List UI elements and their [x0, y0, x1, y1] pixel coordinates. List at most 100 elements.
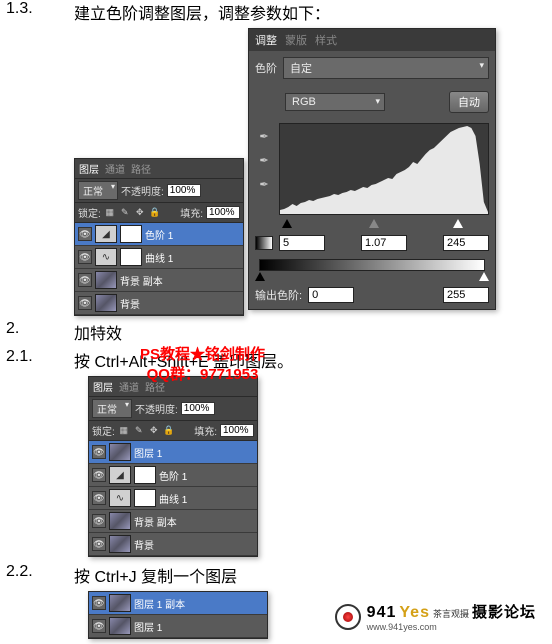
black-slider[interactable] [282, 219, 292, 228]
tab-styles[interactable]: 样式 [315, 32, 337, 48]
tab-channels[interactable]: 通道 [119, 379, 139, 394]
white-eyedropper-icon[interactable]: ✒ [255, 175, 273, 193]
tab-adjustments[interactable]: 调整 [255, 32, 277, 48]
adjustment-thumb: ◢ [95, 225, 117, 243]
blend-mode-dropdown[interactable]: 正常 [92, 399, 132, 418]
input-sliders [283, 219, 465, 231]
histogram-svg [280, 124, 488, 214]
layer-thumb [109, 617, 131, 635]
layer-mask-thumb [134, 466, 156, 484]
visibility-toggle-icon[interactable]: 👁 [92, 468, 106, 482]
out-black-input[interactable] [308, 287, 354, 303]
visibility-toggle-icon[interactable]: 👁 [78, 296, 92, 310]
opacity-value[interactable]: 100% [181, 402, 215, 415]
layer-row[interactable]: 👁∿曲线 1 [75, 246, 243, 269]
layer-row[interactable]: 👁 背景 [89, 533, 257, 556]
blend-mode-dropdown[interactable]: 正常 [78, 181, 118, 200]
layer-name: 曲线 1 [159, 491, 187, 506]
levels-icon [255, 236, 273, 250]
step-number: 2.2. [0, 563, 74, 587]
visibility-toggle-icon[interactable]: 👁 [78, 250, 92, 264]
black-input[interactable] [279, 235, 325, 251]
lock-label: 锁定: [92, 423, 115, 438]
layer-list: 👁◢色阶 1👁∿曲线 1👁背景 副本👁背景 [75, 223, 243, 315]
layer-thumb [95, 294, 117, 312]
step-2: 2. 加特效 [0, 320, 552, 344]
lock-brush-icon[interactable]: ✎ [133, 425, 145, 437]
visibility-toggle-icon[interactable]: 👁 [78, 273, 92, 287]
lock-move-icon[interactable]: ✥ [148, 425, 160, 437]
visibility-toggle-icon[interactable]: 👁 [92, 514, 106, 528]
blend-opacity-row: 正常 不透明度: 100% [75, 179, 243, 203]
step-1-3: 1.3. 建立色阶调整图层，调整参数如下： [0, 0, 552, 24]
layer-row[interactable]: 👁∿ 曲线 1 [89, 487, 257, 510]
layer-mask-thumb [134, 489, 156, 507]
layer-name: 背景 [134, 537, 154, 552]
mid-input[interactable] [361, 235, 407, 251]
gray-eyedropper-icon[interactable]: ✒ [255, 151, 273, 169]
logo-icon [335, 604, 361, 630]
tagline: 茶言观摄 [433, 607, 469, 620]
layer-thumb [109, 443, 131, 461]
lock-all-icon[interactable]: 🔒 [163, 425, 175, 437]
gray-slider[interactable] [369, 219, 379, 228]
out-white-slider[interactable] [479, 272, 489, 281]
lock-transparency-icon[interactable]: ▦ [118, 425, 130, 437]
fill-label: 填充: [180, 205, 203, 220]
lock-brush-icon[interactable]: ✎ [119, 207, 131, 219]
layer-thumb [109, 535, 131, 553]
visibility-toggle-icon[interactable]: 👁 [92, 537, 106, 551]
fill-value[interactable]: 100% [220, 424, 254, 437]
lock-label: 锁定: [78, 205, 101, 220]
adjustment-thumb: ∿ [109, 489, 131, 507]
black-eyedropper-icon[interactable]: ✒ [255, 127, 273, 145]
lock-transparency-icon[interactable]: ▦ [104, 207, 116, 219]
lock-fill-row: 锁定: ▦ ✎ ✥ 🔒 填充: 100% [89, 421, 257, 441]
opacity-value[interactable]: 100% [167, 184, 201, 197]
preset-dropdown[interactable]: 自定 [283, 57, 489, 79]
white-input[interactable] [443, 235, 489, 251]
layer-row[interactable]: 👁背景 [75, 292, 243, 315]
white-slider[interactable] [453, 219, 463, 228]
opacity-label: 不透明度: [121, 183, 164, 198]
tab-channels[interactable]: 通道 [105, 161, 125, 176]
output-gradient [259, 259, 485, 271]
channel-dropdown[interactable]: RGB [285, 93, 385, 111]
out-black-slider[interactable] [255, 272, 265, 281]
adj-tabs: 调整 蒙版 样式 [249, 29, 495, 51]
auto-button[interactable]: 自动 [449, 91, 489, 113]
lock-all-icon[interactable]: 🔒 [149, 207, 161, 219]
layer-list: 👁图层 1👁◢色阶 1👁∿曲线 1👁背景 副本👁背景 [89, 441, 257, 556]
step-number: 2.1. [0, 348, 74, 372]
input-levels-row [249, 231, 495, 255]
panels-row-2: 图层 通道 路径 正常 不透明度: 100% 锁定: ▦ ✎ ✥ 🔒 填充: 1… [88, 376, 552, 557]
visibility-toggle-icon[interactable]: 👁 [78, 227, 92, 241]
visibility-toggle-icon[interactable]: 👁 [92, 445, 106, 459]
tab-masks[interactable]: 蒙版 [285, 32, 307, 48]
layers-panel: 图层 通道 路径 正常 不透明度: 100% 锁定: ▦ ✎ ✥ 🔒 填充: 1… [88, 376, 258, 557]
layer-row[interactable]: 👁背景 副本 [75, 269, 243, 292]
tab-layers[interactable]: 图层 [93, 379, 113, 394]
layer-row[interactable]: 👁◢色阶 1 [75, 223, 243, 246]
brand-suffix: Yes [399, 604, 430, 622]
layer-row[interactable]: 👁背景 副本 [89, 510, 257, 533]
layer-row[interactable]: 👁图层 1 副本 [89, 592, 267, 615]
layer-row[interactable]: 👁图层 1 [89, 441, 257, 464]
visibility-toggle-icon[interactable]: 👁 [92, 619, 106, 633]
histogram [279, 123, 489, 215]
layer-row[interactable]: 👁◢色阶 1 [89, 464, 257, 487]
layer-thumb [109, 512, 131, 530]
layer-row[interactable]: 👁图层 1 [89, 615, 267, 638]
tab-layers[interactable]: 图层 [79, 161, 99, 176]
lock-move-icon[interactable]: ✥ [134, 207, 146, 219]
layers-panel-partial: 👁图层 1 副本👁图层 1 [88, 591, 268, 639]
visibility-toggle-icon[interactable]: 👁 [92, 491, 106, 505]
fill-value[interactable]: 100% [206, 206, 240, 219]
eyedroppers: ✒ ✒ ✒ [255, 123, 273, 215]
footer-logo: 941Yes 茶言观摄 摄影论坛 www.941yes.com [335, 601, 536, 632]
watermark-line2: QQ群：9771953 [140, 365, 265, 385]
out-white-input[interactable] [443, 287, 489, 303]
tab-paths[interactable]: 路径 [131, 161, 151, 176]
visibility-toggle-icon[interactable]: 👁 [92, 596, 106, 610]
step-text: 按 Ctrl+J 复制一个图层 [74, 563, 552, 587]
